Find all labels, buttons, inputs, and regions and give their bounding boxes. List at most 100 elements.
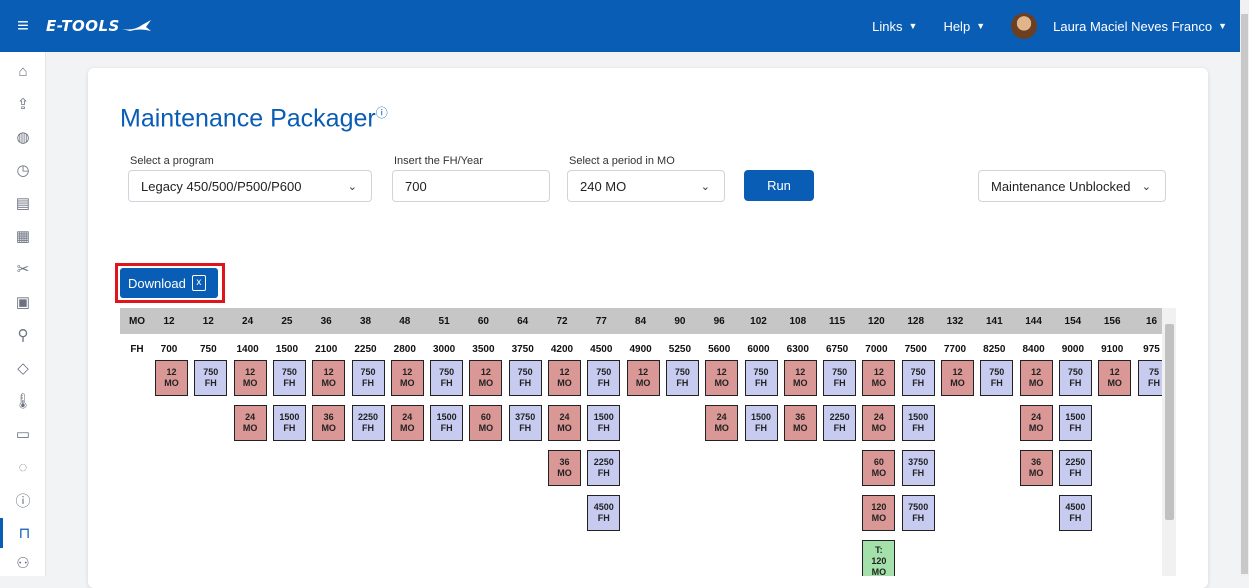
calendar-icon[interactable]: ▭	[0, 419, 46, 449]
program-select[interactable]: Legacy 450/500/P500/P600 ⌄	[128, 170, 372, 202]
package-cell[interactable]: 2250 FH	[1058, 450, 1092, 486]
upload-icon[interactable]: ⇪	[0, 89, 46, 119]
badge-icon[interactable]: ▣	[0, 287, 46, 317]
page-scrollbar[interactable]	[1240, 0, 1249, 576]
package-cell[interactable]: 3750 FH	[508, 405, 542, 441]
mo-header-cell: 12	[163, 316, 175, 327]
alert-icon[interactable]: ⓘ	[0, 485, 46, 515]
package-cell[interactable]: 12 MO	[548, 360, 581, 396]
help-menu[interactable]: Help ▼	[943, 19, 985, 34]
package-cell[interactable]: 750 FH	[980, 360, 1014, 396]
package-cell[interactable]: 2250 FH	[351, 405, 385, 441]
package-cell[interactable]: 750 FH	[665, 360, 699, 396]
search-icon[interactable]: ⚲	[0, 320, 46, 350]
user-menu[interactable]: Laura Maciel Neves Franco ▼	[1011, 13, 1227, 39]
package-cell[interactable]: 750 FH	[823, 360, 857, 396]
package-cell[interactable]: 750 FH	[272, 360, 306, 396]
package-cell-text: FH	[1148, 378, 1160, 388]
thermometer-icon[interactable]: 🌡	[0, 386, 46, 416]
package-cell[interactable]: 12 MO	[155, 360, 188, 396]
fh-input[interactable]: 700	[392, 170, 550, 202]
status-select[interactable]: Maintenance Unblocked ⌄	[978, 170, 1166, 202]
clock-icon[interactable]: ◷	[0, 155, 46, 185]
package-cell[interactable]: 1500 FH	[744, 405, 778, 441]
package-cell[interactable]: 12 MO	[312, 360, 346, 396]
package-cell[interactable]: 12 MO	[390, 360, 424, 396]
package-cell-text: 12	[323, 367, 334, 377]
sidebar: ⌂ ⇪ ◍ ◷ ▤ ▦ ✂ ▣ ⚲ ◇ 🌡 ▭ ◌ ⓘ ⊓ ⚇	[0, 52, 46, 576]
fh-header-cell: 9100	[1101, 344, 1124, 355]
globe-icon[interactable]: ◍	[0, 122, 46, 152]
package-icon[interactable]: ⊓	[0, 518, 46, 548]
package-cell[interactable]: 4500 FH	[587, 495, 621, 531]
task-cell[interactable]: T: 120 MO	[862, 540, 896, 576]
period-select[interactable]: 240 MO ⌄	[567, 170, 725, 202]
package-cell[interactable]: 24 MO	[548, 405, 581, 441]
help-circle-icon[interactable]: ⓘ	[376, 106, 388, 120]
package-cell[interactable]: 750 FH	[744, 360, 778, 396]
package-cell[interactable]: 12 MO	[626, 360, 660, 396]
package-cell[interactable]: 24 MO	[705, 405, 739, 441]
package-cell[interactable]: 36 MO	[1019, 450, 1053, 486]
grid-scrollbar[interactable]	[1162, 308, 1176, 576]
run-button[interactable]: Run	[744, 170, 814, 201]
package-cell[interactable]: 750 FH	[508, 360, 542, 396]
package-cell[interactable]: 60 MO	[469, 405, 503, 441]
package-cell-text: 750	[360, 367, 376, 377]
package-cell[interactable]: 750 FH	[194, 360, 228, 396]
table-icon[interactable]: ▦	[0, 221, 46, 251]
package-cell[interactable]: 4500 FH	[1058, 495, 1092, 531]
package-cell[interactable]: 75 FH	[1137, 360, 1162, 396]
maintenance-grid: MO FH 12 12 24 25 36 38 48 51 60 64 72 77 84 90 96 102 1…	[120, 308, 1162, 576]
package-cell[interactable]: 750 FH	[587, 360, 621, 396]
package-cell[interactable]: 1500 FH	[430, 405, 464, 441]
package-cell-text: MO	[871, 513, 887, 523]
scroll-thumb[interactable]	[1165, 324, 1174, 520]
package-cell[interactable]: 12 MO	[1019, 360, 1053, 396]
package-cell[interactable]: 120 MO	[862, 495, 896, 531]
home-icon[interactable]: ⌂	[0, 56, 46, 86]
package-cell[interactable]: 36 MO	[312, 405, 346, 441]
package-cell[interactable]: 750 FH	[351, 360, 385, 396]
package-cell[interactable]: 24 MO	[862, 405, 896, 441]
document-icon[interactable]: ▤	[0, 188, 46, 218]
package-cell[interactable]: 2250 FH	[587, 450, 621, 486]
package-cell[interactable]: 12 MO	[941, 360, 974, 396]
package-cell-text: 12	[638, 367, 649, 377]
package-cell[interactable]: 12 MO	[783, 360, 817, 396]
menu-icon[interactable]: ≡	[0, 15, 46, 38]
package-cell[interactable]: 1500 FH	[901, 405, 935, 441]
package-cell[interactable]: 750 FH	[430, 360, 464, 396]
package-cell-text: MO	[871, 423, 887, 433]
package-cell[interactable]: 24 MO	[233, 405, 267, 441]
package-cell[interactable]: 12 MO	[233, 360, 267, 396]
package-cell-text: 12	[166, 367, 177, 377]
package-cell[interactable]: 1500 FH	[1058, 405, 1092, 441]
package-cell[interactable]: 7500 FH	[901, 495, 935, 531]
package-cell[interactable]: 12 MO	[705, 360, 739, 396]
package-cell[interactable]: 12 MO	[862, 360, 896, 396]
package-cell[interactable]: 12 MO	[469, 360, 503, 396]
package-cell[interactable]: 24 MO	[390, 405, 424, 441]
gauge-icon[interactable]: ◌	[0, 452, 46, 482]
package-cell[interactable]: 2250 FH	[823, 405, 857, 441]
package-cell[interactable]: 3750 FH	[901, 450, 935, 486]
package-cell[interactable]: 12 MO	[1098, 360, 1132, 396]
package-cell[interactable]: 36 MO	[783, 405, 817, 441]
users-icon[interactable]: ⚇	[0, 548, 46, 578]
page-scroll-thumb[interactable]	[1241, 14, 1248, 574]
download-button[interactable]: Download x	[120, 268, 218, 298]
brand-logo[interactable]: E-TOOLS	[46, 17, 152, 35]
package-cell[interactable]: 1500 FH	[587, 405, 621, 441]
package-cell[interactable]: 36 MO	[548, 450, 581, 486]
tag-icon[interactable]: ◇	[0, 353, 46, 383]
tools-icon[interactable]: ✂	[0, 254, 46, 284]
package-cell[interactable]: 60 MO	[862, 450, 896, 486]
package-cell[interactable]: 24 MO	[1019, 405, 1053, 441]
package-cell[interactable]: 750 FH	[1058, 360, 1092, 396]
package-cell[interactable]: 750 FH	[901, 360, 935, 396]
mo-header-cell: 77	[595, 316, 607, 327]
package-cell[interactable]: 1500 FH	[272, 405, 306, 441]
package-cell-text: MO	[557, 468, 572, 478]
links-menu[interactable]: Links ▼	[872, 19, 917, 34]
